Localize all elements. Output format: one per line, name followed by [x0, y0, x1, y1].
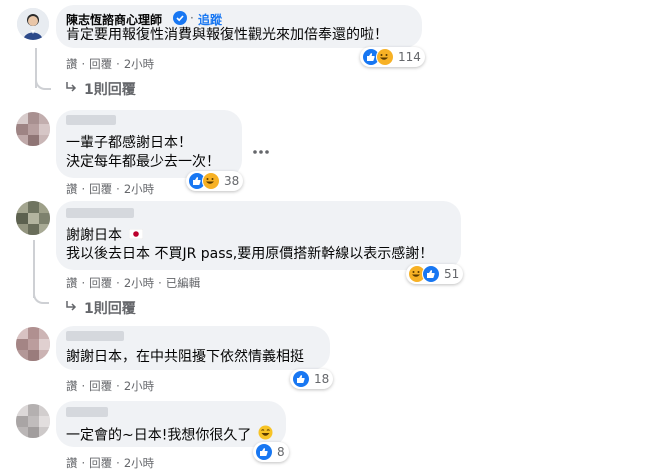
- thread-line-curve: [35, 70, 51, 90]
- like-reaction-icon: [292, 370, 310, 388]
- reply-button[interactable]: 回覆: [89, 456, 112, 470]
- reactions-summary[interactable]: 114: [360, 47, 425, 67]
- author-name-redacted: [66, 407, 108, 417]
- edited-label[interactable]: 已編輯: [166, 276, 201, 290]
- comment-text: 決定每年都最少去一次！: [66, 154, 220, 170]
- reactions-summary[interactable]: 8: [253, 442, 289, 462]
- avatar[interactable]: [17, 8, 49, 40]
- thread-line-curve: [33, 284, 49, 304]
- reactions-summary[interactable]: 18: [290, 369, 334, 389]
- comment-text: 謝謝日本，在中共阻擾下依然情義相挺: [66, 349, 304, 365]
- more-options-icon[interactable]: [253, 140, 269, 159]
- like-button[interactable]: 讚: [66, 57, 78, 71]
- like-button[interactable]: 讚: [66, 379, 78, 393]
- reactions-summary[interactable]: 38: [186, 171, 244, 191]
- author-name-redacted: [66, 331, 124, 341]
- author-name-redacted: [66, 115, 116, 125]
- verified-badge-icon: [173, 11, 187, 25]
- comment-text: 一輩子都感謝日本！: [66, 135, 192, 151]
- author-name-redacted: [66, 208, 134, 218]
- like-button[interactable]: 讚: [66, 456, 78, 470]
- timestamp[interactable]: 2小時: [124, 57, 154, 71]
- reply-button[interactable]: 回覆: [89, 57, 112, 71]
- comment-text: 肯定要用報復性消費與報復性觀光來加倍奉還的啦！: [66, 27, 388, 43]
- reaction-count: 8: [277, 445, 285, 459]
- view-replies-link[interactable]: 1則回覆: [84, 298, 136, 318]
- japan-flag-icon: [129, 226, 144, 245]
- reply-arrow-icon: [64, 298, 78, 317]
- timestamp[interactable]: 2小時: [124, 379, 154, 393]
- comment-text: 謝謝日本: [66, 226, 144, 246]
- avatar[interactable]: [16, 112, 50, 146]
- reply-button[interactable]: 回覆: [89, 182, 112, 196]
- separator-dot: ·: [190, 11, 194, 25]
- timestamp[interactable]: 2小時: [124, 276, 154, 290]
- reaction-count: 114: [398, 50, 421, 64]
- avatar[interactable]: [16, 404, 50, 438]
- comment-actions: 讚 · 回覆 · 2小時: [66, 182, 155, 196]
- comment-actions: 讚 · 回覆 · 2小時 · 已編輯: [66, 276, 201, 290]
- like-button[interactable]: 讚: [66, 276, 78, 290]
- comment-text: 一定會的~日本!我想你很久了: [66, 425, 273, 446]
- like-reaction-icon: [422, 265, 440, 283]
- reply-button[interactable]: 回覆: [89, 276, 112, 290]
- reaction-count: 51: [444, 267, 460, 281]
- avatar[interactable]: [16, 201, 50, 235]
- reaction-count: 38: [224, 174, 240, 188]
- reactions-summary[interactable]: 51: [406, 264, 464, 284]
- comment-actions: 讚 · 回覆 · 2小時: [66, 57, 155, 71]
- like-reaction-icon: [255, 443, 273, 461]
- reply-arrow-icon: [64, 79, 78, 98]
- avatar[interactable]: [16, 327, 50, 361]
- comment-text: 我以後去日本 不買JR pass,要用原價搭新幹線以表示感謝！: [66, 246, 434, 262]
- like-button[interactable]: 讚: [66, 182, 78, 196]
- haha-reaction-icon: [202, 172, 220, 190]
- view-replies-link[interactable]: 1則回覆: [84, 79, 136, 99]
- reply-button[interactable]: 回覆: [89, 379, 112, 393]
- comment-actions: 讚 · 回覆 · 2小時: [66, 456, 155, 470]
- haha-reaction-icon: [376, 48, 394, 66]
- comment-actions: 讚 · 回覆 · 2小時: [66, 379, 155, 393]
- timestamp[interactable]: 2小時: [124, 456, 154, 470]
- timestamp[interactable]: 2小時: [124, 182, 154, 196]
- reaction-count: 18: [314, 372, 330, 386]
